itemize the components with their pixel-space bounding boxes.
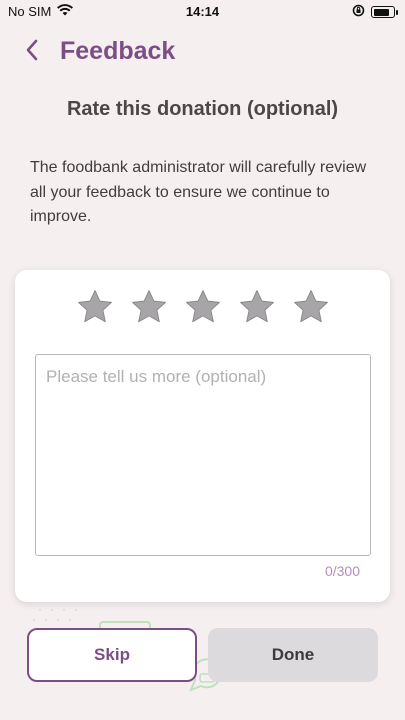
- star-icon[interactable]: [238, 288, 276, 326]
- status-right: [352, 4, 398, 20]
- star-icon[interactable]: [184, 288, 222, 326]
- comment-input[interactable]: [35, 354, 371, 556]
- page-title: Feedback: [60, 37, 176, 65]
- battery-icon: [371, 6, 398, 18]
- header: Feedback: [0, 34, 405, 70]
- battery-level: [373, 8, 389, 16]
- skip-button[interactable]: Skip: [27, 628, 197, 682]
- character-counter: 0/300: [324, 563, 360, 579]
- done-button[interactable]: Done: [208, 628, 378, 682]
- star-icon[interactable]: [130, 288, 168, 326]
- star-icon[interactable]: [292, 288, 330, 326]
- rating-heading: Rate this donation (optional): [66, 98, 339, 120]
- status-bar: No SIM 14:14: [0, 0, 405, 24]
- orientation-lock-icon: [352, 4, 365, 20]
- feedback-card: 0/300: [15, 270, 390, 602]
- feedback-description: The foodbank administrator will carefull…: [30, 159, 367, 225]
- chevron-left-icon: [25, 39, 39, 66]
- star-icon[interactable]: [76, 288, 114, 326]
- status-time: 14:14: [185, 4, 220, 19]
- back-button[interactable]: [18, 38, 46, 66]
- star-rating: [15, 288, 390, 326]
